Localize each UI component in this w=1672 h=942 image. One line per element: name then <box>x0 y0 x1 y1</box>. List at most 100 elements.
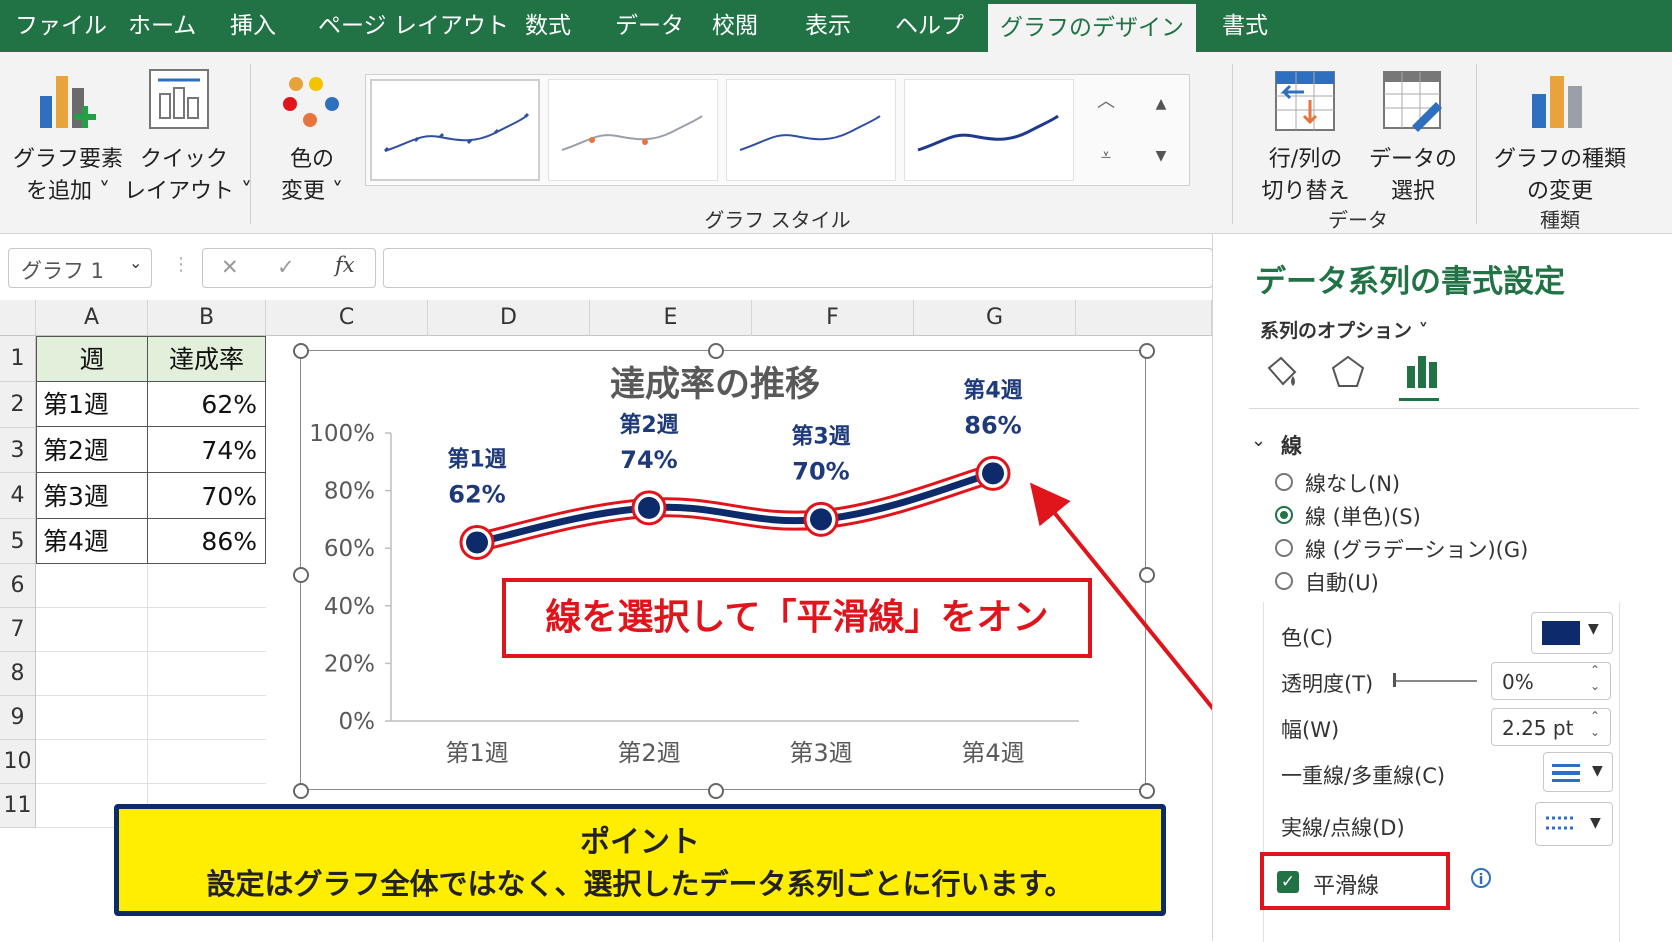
tab-chart-design[interactable]: グラフのデザイン <box>988 4 1196 52</box>
info-icon[interactable]: i <box>1471 868 1491 888</box>
column-header-c[interactable]: C <box>266 300 428 336</box>
gallery-next-icon[interactable]: ▼ <box>1136 131 1186 181</box>
row-header-9[interactable]: 9 <box>0 696 36 740</box>
resize-handle[interactable] <box>708 783 724 799</box>
spin-down-icon[interactable]: ⌄ <box>1590 679 1600 693</box>
select-all-corner[interactable] <box>0 300 36 336</box>
data-point[interactable] <box>466 531 488 554</box>
chart-style-2[interactable] <box>548 79 718 181</box>
row-header-7[interactable]: 7 <box>0 608 36 652</box>
radio-no-line-label[interactable]: 線なし(N) <box>1305 468 1400 498</box>
transparency-slider-thumb[interactable] <box>1393 673 1396 687</box>
column-header-d[interactable]: D <box>428 300 590 336</box>
data-point[interactable] <box>810 508 832 531</box>
table-cell[interactable]: 74% <box>147 426 266 473</box>
row-header-8[interactable]: 8 <box>0 652 36 696</box>
spin-up-icon[interactable]: ⌃ <box>1590 709 1600 723</box>
table-cell[interactable]: 62% <box>147 381 266 427</box>
function-icon[interactable]: fx <box>335 253 355 277</box>
change-colors-button[interactable]: 色の 変更 ˅ <box>262 62 362 212</box>
section-collapse-icon[interactable]: ⌄ <box>1251 430 1266 451</box>
data-point[interactable] <box>638 496 660 519</box>
tab-formulas[interactable]: 数式 <box>525 0 571 52</box>
radio-gradient-line[interactable] <box>1275 539 1293 557</box>
tab-data[interactable]: データ <box>615 0 684 52</box>
line-chart[interactable]: 達成率の推移 0% 20% 40% 60% 80% 100% 第1週 第2週 第3週 第4週 第… <box>293 343 1155 799</box>
tab-review[interactable]: 校閲 <box>712 0 758 52</box>
chart-style-4[interactable] <box>904 79 1074 181</box>
smooth-line-checkbox[interactable]: ✓ <box>1277 871 1299 893</box>
series-options-dropdown[interactable]: 系列のオプション ˅ <box>1260 316 1428 343</box>
table-cell[interactable]: 第2週 <box>36 426 148 473</box>
section-line-heading[interactable]: 線 <box>1281 430 1302 460</box>
row-header-4[interactable]: 4 <box>0 473 36 519</box>
drag-handle-icon[interactable]: ⋮ <box>172 254 190 275</box>
switch-row-column-button[interactable]: 行/列の 切り替え <box>1248 62 1363 204</box>
cancel-icon[interactable]: ✕ <box>221 255 239 279</box>
radio-solid-line[interactable] <box>1275 506 1293 524</box>
table-cell[interactable]: 86% <box>147 518 266 564</box>
column-header-a[interactable]: A <box>36 300 148 336</box>
tab-page-layout[interactable]: ページ レイアウト <box>318 0 509 52</box>
row-header-2[interactable]: 2 <box>0 382 36 428</box>
tab-format[interactable]: 書式 <box>1222 0 1268 52</box>
column-header-b[interactable]: B <box>148 300 266 336</box>
resize-handle[interactable] <box>293 343 309 359</box>
radio-solid-line-label[interactable]: 線 (単色)(S) <box>1305 501 1421 531</box>
resize-handle[interactable] <box>708 343 724 359</box>
chevron-down-icon[interactable]: ⌄ <box>129 253 142 272</box>
tab-help[interactable]: ヘルプ <box>895 0 964 52</box>
add-chart-element-button[interactable]: グラフ要素 を追加 ˅ <box>8 62 128 212</box>
formula-input[interactable] <box>383 248 1213 288</box>
enter-icon[interactable]: ✓ <box>277 255 295 279</box>
resize-handle[interactable] <box>1139 567 1155 583</box>
effects-icon[interactable] <box>1329 354 1367 390</box>
tab-home[interactable]: ホーム <box>128 0 196 52</box>
row-header-11[interactable]: 11 <box>0 784 36 828</box>
color-picker-button[interactable]: ▼ <box>1531 612 1613 654</box>
select-data-button[interactable]: データの 選択 <box>1358 62 1468 204</box>
tab-file[interactable]: ファイル <box>15 0 107 52</box>
compound-type-dropdown[interactable]: ▼ <box>1543 752 1613 792</box>
chart-title[interactable]: 達成率の推移 <box>610 365 820 405</box>
series-options-icon[interactable] <box>1403 352 1443 390</box>
gallery-prev-icon[interactable]: ▲ <box>1136 79 1186 129</box>
change-chart-type-button[interactable]: グラフの種類 の変更 <box>1490 62 1630 204</box>
transparency-slider[interactable] <box>1393 680 1477 682</box>
row-header-1[interactable]: 1 <box>0 336 36 382</box>
gallery-more-icon[interactable]: ⩡ <box>1086 131 1126 181</box>
table-cell[interactable]: 第3週 <box>36 472 148 519</box>
selection-handles[interactable] <box>293 343 1155 799</box>
spin-down-icon[interactable]: ⌄ <box>1590 725 1600 739</box>
table-cell[interactable]: 第1週 <box>36 381 148 427</box>
chart-style-3[interactable] <box>726 79 896 181</box>
resize-handle[interactable] <box>293 783 309 799</box>
radio-no-line[interactable] <box>1275 473 1293 491</box>
row-header-5[interactable]: 5 <box>0 519 36 564</box>
spin-up-icon[interactable]: ⌃ <box>1590 663 1600 677</box>
column-header-f[interactable]: F <box>752 300 914 336</box>
table-cell[interactable]: 第4週 <box>36 518 148 564</box>
header-cell-week[interactable]: 週 <box>36 336 148 382</box>
dash-type-dropdown[interactable]: ▼ <box>1535 802 1613 846</box>
radio-automatic[interactable] <box>1275 572 1293 590</box>
smooth-line-label[interactable]: 平滑線 <box>1313 868 1379 900</box>
table-cell[interactable]: 70% <box>147 472 266 519</box>
column-header-e[interactable]: E <box>590 300 752 336</box>
tab-insert[interactable]: 挿入 <box>230 0 276 52</box>
resize-handle[interactable] <box>293 567 309 583</box>
column-header-h[interactable] <box>1076 300 1212 336</box>
resize-handle[interactable] <box>1139 783 1155 799</box>
resize-handle[interactable] <box>1139 343 1155 359</box>
data-point[interactable] <box>982 462 1004 485</box>
fill-line-icon[interactable] <box>1263 354 1303 390</box>
chart-style-1[interactable] <box>370 79 540 181</box>
radio-gradient-line-label[interactable]: 線 (グラデーション)(G) <box>1305 534 1528 564</box>
header-cell-rate[interactable]: 達成率 <box>147 336 266 382</box>
gallery-scroll-up-icon[interactable]: ︿ <box>1086 79 1126 129</box>
column-header-g[interactable]: G <box>914 300 1076 336</box>
tab-view[interactable]: 表示 <box>805 0 851 52</box>
row-header-6[interactable]: 6 <box>0 564 36 608</box>
row-header-10[interactable]: 10 <box>0 740 36 784</box>
name-box[interactable]: グラフ 1 ⌄ <box>8 248 152 288</box>
